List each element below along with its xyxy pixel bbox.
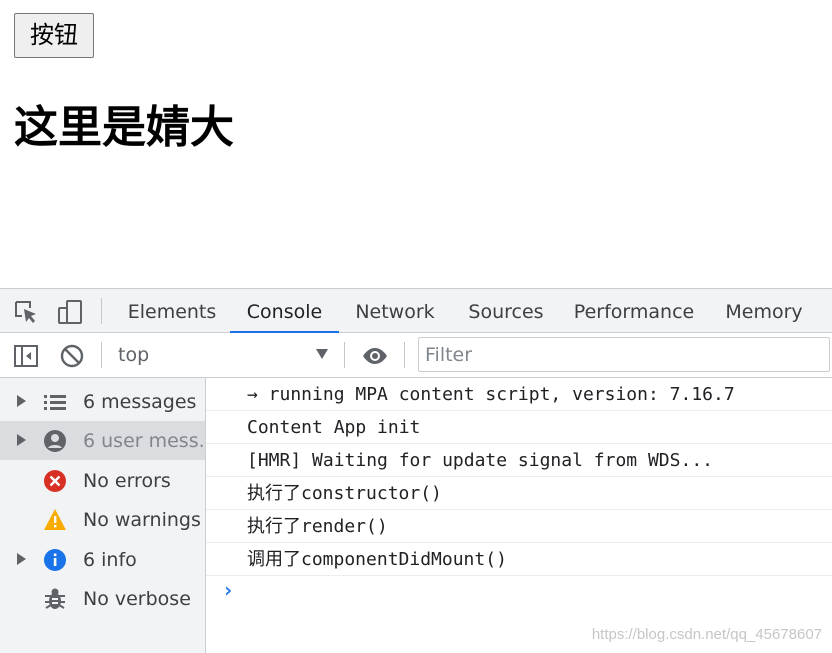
console-toolbar: top [0,333,832,378]
device-toolbar-icon[interactable] [57,299,83,325]
console-message: Content App init [206,411,832,444]
sidebar-item-label: No errors [83,470,171,492]
expand-arrow-icon[interactable] [17,553,26,565]
expand-arrow-icon[interactable] [17,395,26,407]
sidebar-item-label: No warnings [83,509,201,531]
devtools-tabbar: Elements Console Network Sources Perform… [0,288,832,333]
clear-console-icon[interactable] [59,343,85,369]
console-message-text: → running MPA content script, version: 7… [247,384,735,405]
page-viewport: 按钮 这里是婧大 [0,0,832,288]
toolbar-divider [101,342,102,368]
chevron-down-icon[interactable] [316,349,328,359]
sidebar-item-info[interactable]: 6 info [0,540,205,579]
sidebar-item-label: 6 info [83,549,137,571]
info-icon [43,548,67,572]
page-button[interactable]: 按钮 [14,13,94,58]
console-output[interactable]: → running MPA content script, version: 7… [206,378,832,653]
tab-network[interactable]: Network [345,289,445,332]
sidebar-item-label: 6 user mess... [83,430,217,452]
watermark: https://blog.csdn.net/qq_45678607 [591,626,822,643]
user-icon [43,429,67,453]
sidebar-item-errors[interactable]: No errors [0,461,205,500]
console-message: → running MPA content script, version: 7… [206,378,832,411]
tab-memory[interactable]: Memory [716,289,812,332]
tab-console[interactable]: Console [230,289,339,333]
expand-arrow-icon[interactable] [17,434,26,446]
live-expression-eye-icon[interactable] [361,343,389,369]
show-sidebar-icon[interactable] [13,343,39,369]
sidebar-item-warnings[interactable]: No warnings [0,500,205,539]
bug-icon [43,587,67,611]
error-icon [43,469,67,493]
console-message: 执行了render() [206,510,832,543]
tab-performance[interactable]: Performance [568,289,700,332]
console-message: 执行了constructor() [206,477,832,510]
console-message-text: 执行了render() [247,516,388,537]
context-selector[interactable]: top [118,333,149,377]
tab-sources[interactable]: Sources [458,289,554,332]
console-message: 调用了componentDidMount() [206,543,832,576]
console-sidebar: 6 messages 6 user mess... No errors No w… [0,378,217,653]
list-icon [43,390,67,414]
warning-icon [43,508,67,532]
sidebar-item-label: 6 messages [83,391,197,413]
toolbar-divider [344,342,345,368]
sidebar-item-messages[interactable]: 6 messages [0,382,205,421]
toolbar-divider [101,298,102,324]
sidebar-item-label: No verbose [83,588,191,610]
inspect-element-icon[interactable] [13,299,39,325]
console-message: [HMR] Waiting for update signal from WDS… [206,444,832,477]
console-message-text: 执行了constructor() [247,483,442,504]
console-message-text: [HMR] Waiting for update signal from WDS… [247,450,713,471]
tab-elements[interactable]: Elements [120,289,224,332]
filter-input[interactable] [418,337,830,372]
sidebar-item-user-messages[interactable]: 6 user mess... [0,421,217,460]
console-message-text: 调用了componentDidMount() [247,549,507,570]
sidebar-item-verbose[interactable]: No verbose [0,579,205,618]
toolbar-divider [404,342,405,368]
console-prompt-icon[interactable]: › [222,578,234,602]
console-message-text: Content App init [247,417,421,438]
page-heading: 这里是婧大 [14,102,234,153]
devtools-panel: Elements Console Network Sources Perform… [0,288,832,653]
